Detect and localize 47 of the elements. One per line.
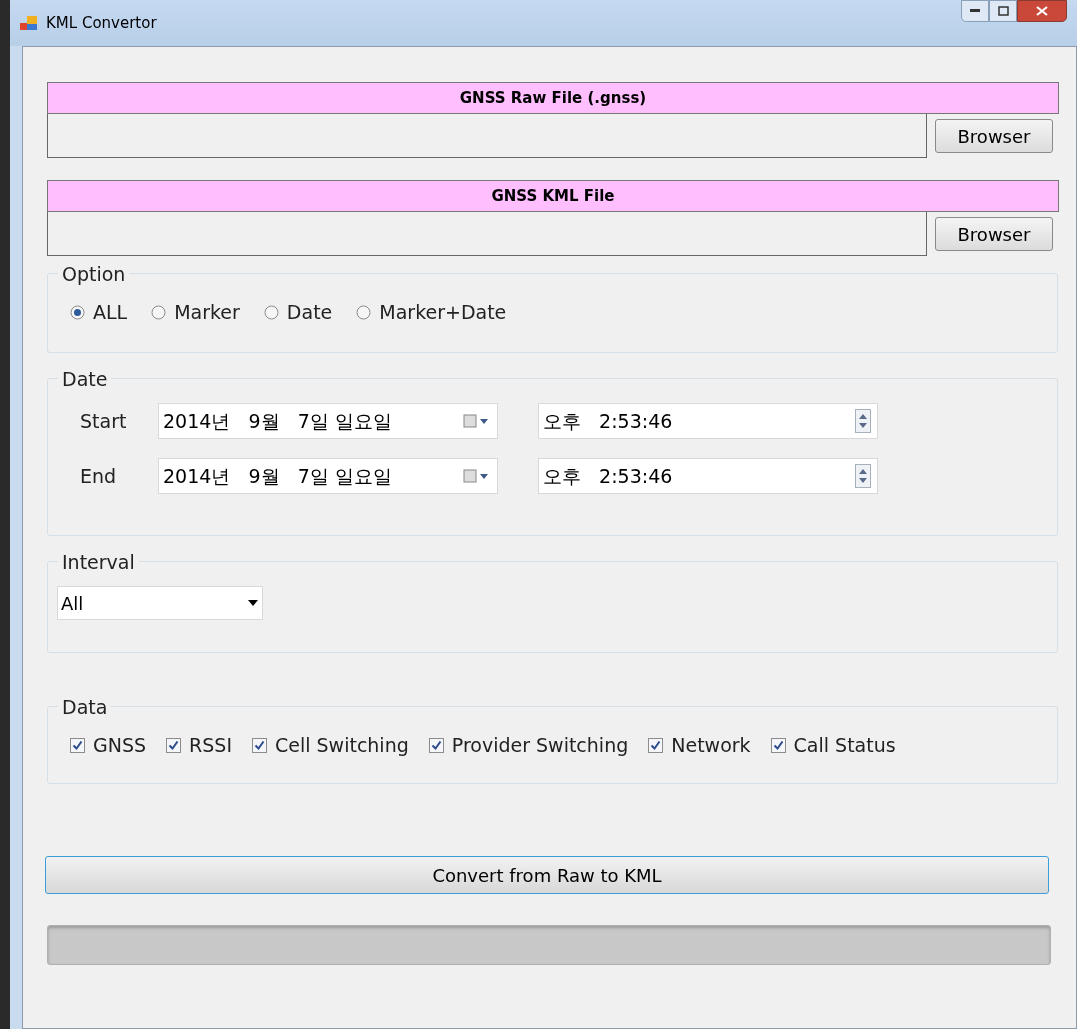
date-row-label: End <box>80 463 118 489</box>
checkbox[interactable] <box>70 737 85 753</box>
checkbox-label: Provider Switching <box>451 733 629 758</box>
radio-button[interactable] <box>263 304 279 320</box>
date-row-label: Start <box>80 408 128 434</box>
minimize-icon <box>970 9 980 13</box>
date-picker[interactable]: 2014년 9월 7일 일요일 <box>158 403 498 439</box>
radio-label: Marker <box>174 300 240 325</box>
radio-label: Date <box>286 300 333 325</box>
maximize-icon <box>997 6 1009 16</box>
checkbox-label: RSSI <box>189 733 232 758</box>
browser-button[interactable]: Browser <box>935 217 1053 251</box>
maximize-button[interactable] <box>989 0 1017 22</box>
window-title: KML Convertor <box>46 12 157 34</box>
spin-arrows-icon <box>855 409 871 433</box>
radio-label: ALL <box>93 300 128 325</box>
close-icon <box>1036 6 1048 16</box>
file-path-field[interactable] <box>47 212 927 256</box>
time-spinner[interactable]: 오후 2:53:46 <box>538 458 878 494</box>
checkbox[interactable] <box>770 737 786 753</box>
section-header: GNSS KML File <box>47 180 1059 212</box>
time-spinner[interactable]: 오후 2:53:46 <box>538 403 878 439</box>
checkbox-label: Call Status <box>793 733 896 758</box>
checkbox[interactable] <box>252 737 267 753</box>
convert-button[interactable]: Convert from Raw to KML <box>45 856 1049 894</box>
app-icon <box>20 15 38 31</box>
calendar-dropdown-icon <box>463 413 489 429</box>
browser-button[interactable]: Browser <box>935 119 1053 153</box>
checkbox-label: Cell Switching <box>275 733 409 758</box>
file-path-field[interactable] <box>47 114 927 158</box>
dropdown-arrow-icon <box>247 599 259 607</box>
checkbox[interactable] <box>428 737 444 753</box>
calendar-dropdown-icon <box>463 468 489 484</box>
checkbox[interactable] <box>648 737 664 753</box>
checkbox-label: GNSS <box>93 733 147 758</box>
radio-label: Marker+Date <box>379 300 507 325</box>
checkbox[interactable] <box>166 737 182 753</box>
radio-button[interactable] <box>70 304 85 320</box>
date-picker[interactable]: 2014년 9월 7일 일요일 <box>158 458 498 494</box>
checkbox-label: Network <box>671 733 751 758</box>
minimize-button[interactable] <box>961 0 989 22</box>
close-button[interactable] <box>1017 0 1067 22</box>
interval-dropdown[interactable]: All <box>57 586 263 620</box>
spin-arrows-icon <box>855 464 871 488</box>
section-header: GNSS Raw File (.gnss) <box>47 82 1059 114</box>
radio-button[interactable] <box>151 304 167 320</box>
radio-button[interactable] <box>356 304 372 320</box>
